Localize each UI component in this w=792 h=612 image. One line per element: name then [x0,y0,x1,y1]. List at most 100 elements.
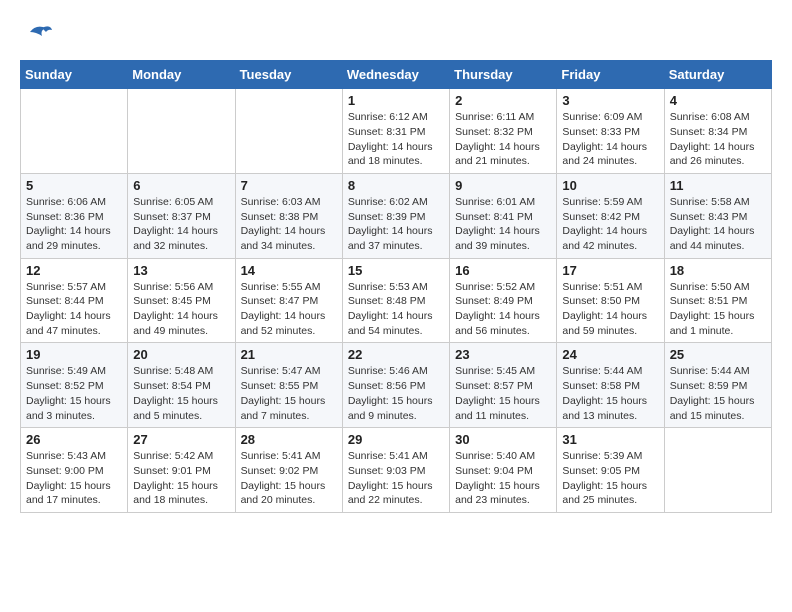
weekday-header-row: SundayMondayTuesdayWednesdayThursdayFrid… [21,61,772,89]
weekday-header-sunday: Sunday [21,61,128,89]
day-info: Sunrise: 5:44 AM Sunset: 8:59 PM Dayligh… [670,364,766,423]
day-number: 25 [670,347,766,362]
calendar-cell: 4Sunrise: 6:08 AM Sunset: 8:34 PM Daylig… [664,89,771,174]
logo [20,20,52,44]
day-info: Sunrise: 5:44 AM Sunset: 8:58 PM Dayligh… [562,364,658,423]
calendar-cell: 8Sunrise: 6:02 AM Sunset: 8:39 PM Daylig… [342,173,449,258]
day-number: 28 [241,432,337,447]
day-number: 11 [670,178,766,193]
day-number: 12 [26,263,122,278]
day-number: 6 [133,178,229,193]
day-info: Sunrise: 5:46 AM Sunset: 8:56 PM Dayligh… [348,364,444,423]
calendar-cell [21,89,128,174]
weekday-header-wednesday: Wednesday [342,61,449,89]
calendar-cell: 18 Sunrise: 5:50 AM Sunset: 8:51 PM Dayli… [664,258,771,343]
day-number: 4 [670,93,766,108]
calendar-cell: 30 Sunrise: 5:40 AM Sunset: 9:04 PM Dayli… [450,428,557,513]
day-number: 9 [455,178,551,193]
day-info: Sunrise: 5:43 AM Sunset: 9:00 PM Dayligh… [26,449,122,508]
calendar-cell: 5 Sunrise: 6:06 AM Sunset: 8:36 PM Daylig… [21,173,128,258]
day-number: 13 [133,263,229,278]
day-number: 20 [133,347,229,362]
calendar-cell: 6 Sunrise: 6:05 AM Sunset: 8:37 PM Daylig… [128,173,235,258]
day-info: Sunrise: 5:50 AM Sunset: 8:51 PM Dayligh… [670,280,766,339]
weekday-header-tuesday: Tuesday [235,61,342,89]
calendar-cell: 26Sunrise: 5:43 AM Sunset: 9:00 PM Dayli… [21,428,128,513]
day-info: Sunrise: 6:05 AM Sunset: 8:37 PM Dayligh… [133,195,229,254]
calendar-cell: 22 Sunrise: 5:46 AM Sunset: 8:56 PM Dayli… [342,343,449,428]
calendar-cell [128,89,235,174]
day-info: Sunrise: 6:03 AM Sunset: 8:38 PM Dayligh… [241,195,337,254]
day-number: 10 [562,178,658,193]
day-number: 16 [455,263,551,278]
day-number: 14 [241,263,337,278]
day-info: Sunrise: 5:58 AM Sunset: 8:43 PM Dayligh… [670,195,766,254]
day-info: Sunrise: 5:55 AM Sunset: 8:47 PM Dayligh… [241,280,337,339]
day-info: Sunrise: 5:41 AM Sunset: 9:02 PM Dayligh… [241,449,337,508]
day-info: Sunrise: 6:12 AM Sunset: 8:31 PM Dayligh… [348,110,444,169]
calendar-cell [664,428,771,513]
calendar-cell: 2 Sunrise: 6:11 AM Sunset: 8:32 PM Daylig… [450,89,557,174]
day-number: 17 [562,263,658,278]
day-info: Sunrise: 5:39 AM Sunset: 9:05 PM Dayligh… [562,449,658,508]
week-row-4: 19 Sunrise: 5:49 AM Sunset: 8:52 PM Dayli… [21,343,772,428]
day-info: Sunrise: 5:48 AM Sunset: 8:54 PM Dayligh… [133,364,229,423]
calendar-cell: 15 Sunrise: 5:53 AM Sunset: 8:48 PM Dayli… [342,258,449,343]
day-number: 31 [562,432,658,447]
calendar-cell: 21Sunrise: 5:47 AM Sunset: 8:55 PM Dayli… [235,343,342,428]
day-info: Sunrise: 5:53 AM Sunset: 8:48 PM Dayligh… [348,280,444,339]
day-info: Sunrise: 5:42 AM Sunset: 9:01 PM Dayligh… [133,449,229,508]
page-header [20,20,772,44]
day-number: 21 [241,347,337,362]
day-number: 8 [348,178,444,193]
calendar-cell: 16Sunrise: 5:52 AM Sunset: 8:49 PM Dayli… [450,258,557,343]
day-number: 3 [562,93,658,108]
weekday-header-thursday: Thursday [450,61,557,89]
week-row-5: 26Sunrise: 5:43 AM Sunset: 9:00 PM Dayli… [21,428,772,513]
day-info: Sunrise: 5:51 AM Sunset: 8:50 PM Dayligh… [562,280,658,339]
logo-text [20,20,52,44]
week-row-3: 12 Sunrise: 5:57 AM Sunset: 8:44 PM Dayli… [21,258,772,343]
day-info: Sunrise: 6:06 AM Sunset: 8:36 PM Dayligh… [26,195,122,254]
day-number: 24 [562,347,658,362]
day-number: 27 [133,432,229,447]
calendar-cell: 24 Sunrise: 5:44 AM Sunset: 8:58 PM Dayli… [557,343,664,428]
calendar-cell: 11 Sunrise: 5:58 AM Sunset: 8:43 PM Dayli… [664,173,771,258]
day-number: 19 [26,347,122,362]
calendar-cell: 7Sunrise: 6:03 AM Sunset: 8:38 PM Daylig… [235,173,342,258]
week-row-1: 1Sunrise: 6:12 AM Sunset: 8:31 PM Daylig… [21,89,772,174]
day-info: Sunrise: 5:59 AM Sunset: 8:42 PM Dayligh… [562,195,658,254]
calendar-cell: 9 Sunrise: 6:01 AM Sunset: 8:41 PM Daylig… [450,173,557,258]
calendar-cell: 3 Sunrise: 6:09 AM Sunset: 8:33 PM Daylig… [557,89,664,174]
day-number: 30 [455,432,551,447]
calendar-cell: 25 Sunrise: 5:44 AM Sunset: 8:59 PM Dayli… [664,343,771,428]
day-info: Sunrise: 6:01 AM Sunset: 8:41 PM Dayligh… [455,195,551,254]
calendar-cell: 17 Sunrise: 5:51 AM Sunset: 8:50 PM Dayli… [557,258,664,343]
logo-bird-icon [22,22,52,44]
week-row-2: 5 Sunrise: 6:06 AM Sunset: 8:36 PM Daylig… [21,173,772,258]
calendar-cell: 12 Sunrise: 5:57 AM Sunset: 8:44 PM Dayli… [21,258,128,343]
calendar-cell: 27 Sunrise: 5:42 AM Sunset: 9:01 PM Dayli… [128,428,235,513]
day-info: Sunrise: 6:11 AM Sunset: 8:32 PM Dayligh… [455,110,551,169]
day-number: 2 [455,93,551,108]
day-info: Sunrise: 5:40 AM Sunset: 9:04 PM Dayligh… [455,449,551,508]
weekday-header-monday: Monday [128,61,235,89]
calendar-cell: 1Sunrise: 6:12 AM Sunset: 8:31 PM Daylig… [342,89,449,174]
day-info: Sunrise: 6:09 AM Sunset: 8:33 PM Dayligh… [562,110,658,169]
day-number: 23 [455,347,551,362]
day-info: Sunrise: 5:49 AM Sunset: 8:52 PM Dayligh… [26,364,122,423]
day-number: 18 [670,263,766,278]
day-number: 22 [348,347,444,362]
calendar-cell: 14 Sunrise: 5:55 AM Sunset: 8:47 PM Dayli… [235,258,342,343]
day-number: 29 [348,432,444,447]
day-number: 5 [26,178,122,193]
day-info: Sunrise: 5:45 AM Sunset: 8:57 PM Dayligh… [455,364,551,423]
calendar-cell: 23 Sunrise: 5:45 AM Sunset: 8:57 PM Dayli… [450,343,557,428]
calendar-cell: 29Sunrise: 5:41 AM Sunset: 9:03 PM Dayli… [342,428,449,513]
calendar-cell: 20 Sunrise: 5:48 AM Sunset: 8:54 PM Dayli… [128,343,235,428]
day-info: Sunrise: 5:56 AM Sunset: 8:45 PM Dayligh… [133,280,229,339]
day-info: Sunrise: 5:57 AM Sunset: 8:44 PM Dayligh… [26,280,122,339]
calendar-table: SundayMondayTuesdayWednesdayThursdayFrid… [20,60,772,513]
weekday-header-saturday: Saturday [664,61,771,89]
day-number: 15 [348,263,444,278]
